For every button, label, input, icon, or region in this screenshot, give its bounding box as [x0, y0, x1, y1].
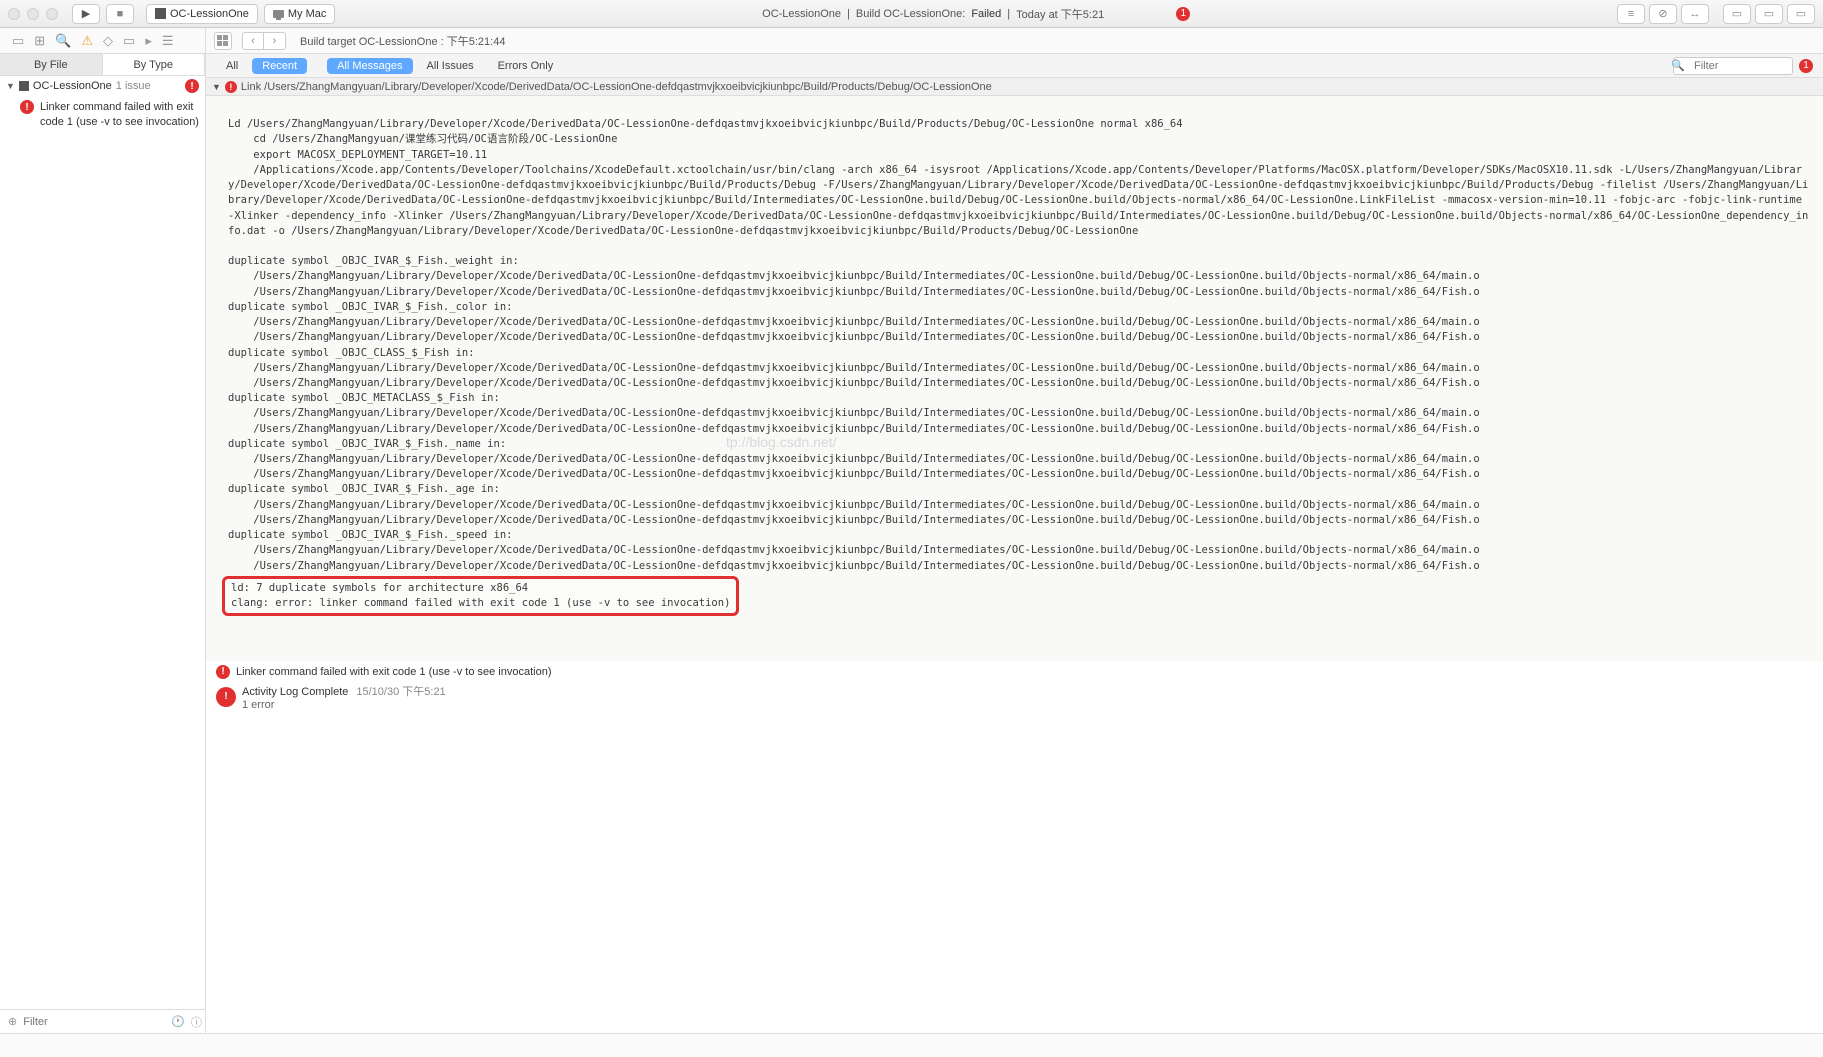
- error-icon: !: [216, 687, 236, 707]
- target-icon: [155, 8, 166, 19]
- issue-navigator: By File By Type ▼ OC-LessionOne 1 issue …: [0, 54, 206, 1033]
- report-editor: All Recent All Messages All Issues Error…: [206, 54, 1823, 1033]
- highlight-text: ld: 7 duplicate symbols for architecture…: [231, 582, 730, 609]
- issue-row[interactable]: ! Linker command failed with exit code 1…: [212, 663, 1817, 681]
- log-filter-bar: All Recent All Messages All Issues Error…: [206, 54, 1823, 78]
- toggle-utilities-button[interactable]: ▭: [1787, 4, 1815, 24]
- activity-subtitle: 1 error: [242, 699, 446, 711]
- link-header-text: Link /Users/ZhangMangyuan/Library/Develo…: [241, 81, 992, 93]
- status-project: OC-LessionOne: [762, 8, 841, 20]
- stop-button[interactable]: ■: [106, 4, 134, 24]
- issue-nav-icon[interactable]: ⚠: [81, 33, 93, 49]
- secondary-toolbar: ▭ ⊞ 🔍 ⚠ ◇ ▭ ▸ ☰ ‹ › Build target OC-Less…: [0, 28, 1823, 54]
- log-filter-input[interactable]: [1673, 57, 1793, 75]
- minimize-window-icon[interactable]: [27, 8, 39, 20]
- project-issue-group[interactable]: ▼ OC-LessionOne 1 issue !: [0, 76, 205, 96]
- toggle-debug-button[interactable]: ▭: [1755, 4, 1783, 24]
- symbol-nav-icon[interactable]: ⊞: [34, 33, 45, 49]
- tab-by-type[interactable]: By Type: [103, 54, 206, 75]
- titlebar: ▶ ■ OC-LessionOne My Mac OC-LessionOne |…: [0, 0, 1823, 28]
- activity-status: OC-LessionOne | Build OC-LessionOne: Fai…: [341, 6, 1611, 22]
- filter-all-messages[interactable]: All Messages: [327, 58, 412, 74]
- error-icon: !: [216, 665, 230, 679]
- project-nav-icon[interactable]: ▭: [12, 33, 24, 49]
- assistant-editor-button[interactable]: ⊘: [1649, 4, 1677, 24]
- related-items-icon[interactable]: [214, 32, 232, 50]
- error-icon: !: [225, 81, 237, 93]
- issue-summary-list: ! Linker command failed with exit code 1…: [206, 661, 1823, 715]
- activity-title: Activity Log Complete: [242, 686, 348, 698]
- status-result: Failed: [971, 8, 1001, 20]
- filter-recent[interactable]: Recent: [252, 58, 307, 74]
- tab-by-file[interactable]: By File: [0, 54, 103, 75]
- zoom-window-icon[interactable]: [46, 8, 58, 20]
- breadcrumb[interactable]: Build target OC-LessionOne : 下午5:21:44: [300, 33, 505, 49]
- error-count-badge[interactable]: 1: [1176, 7, 1190, 21]
- editor-layout-controls: ≡ ⊘ ↔ ▭ ▭ ▭: [1617, 4, 1815, 24]
- version-editor-button[interactable]: ↔: [1681, 4, 1709, 24]
- report-nav-icon[interactable]: ☰: [162, 33, 174, 49]
- mac-icon: [273, 10, 284, 18]
- project-name: OC-LessionOne: [33, 80, 112, 92]
- breakpoint-nav-icon[interactable]: ▸: [145, 33, 152, 49]
- error-icon: !: [185, 79, 199, 93]
- log-text: Ld /Users/ZhangMangyuan/Library/Develope…: [228, 118, 1808, 571]
- filter-error-badge[interactable]: 1: [1799, 59, 1813, 73]
- find-nav-icon[interactable]: 🔍: [55, 33, 71, 49]
- issue-count: 1 issue: [116, 80, 151, 92]
- status-time: Today at 下午5:21: [1016, 6, 1104, 22]
- filter-icon[interactable]: ⊕: [8, 1015, 17, 1028]
- standard-editor-button[interactable]: ≡: [1617, 4, 1645, 24]
- issue-item[interactable]: ! Linker command failed with exit code 1…: [0, 96, 205, 134]
- clock-icon[interactable]: 🕐: [171, 1015, 185, 1028]
- build-log[interactable]: Ld /Users/ZhangMangyuan/Library/Develope…: [206, 96, 1823, 661]
- test-nav-icon[interactable]: ◇: [103, 33, 113, 49]
- disclosure-triangle-icon[interactable]: ▼: [212, 82, 221, 92]
- forward-button[interactable]: ›: [264, 32, 286, 50]
- search-icon: 🔍: [1671, 59, 1685, 72]
- filter-input[interactable]: [23, 1016, 165, 1028]
- issue-text: Linker command failed with exit code 1 (…: [236, 666, 552, 678]
- window-controls: [8, 8, 58, 20]
- activity-timestamp: 15/10/30 下午5:21: [356, 686, 445, 698]
- target-icon: [19, 81, 29, 91]
- bottom-bar: [0, 1033, 1823, 1057]
- link-step-header[interactable]: ▼ ! Link /Users/ZhangMangyuan/Library/De…: [206, 78, 1823, 96]
- issue-text: Linker command failed with exit code 1 (…: [40, 100, 199, 130]
- filter-all[interactable]: All: [216, 58, 248, 74]
- filter-errors-only[interactable]: Errors Only: [488, 58, 564, 74]
- status-build: Build OC-LessionOne:: [856, 8, 965, 20]
- run-button[interactable]: ▶: [72, 4, 100, 24]
- error-icon: !: [20, 100, 34, 114]
- scheme-selector[interactable]: OC-LessionOne My Mac: [146, 4, 335, 24]
- device-name: My Mac: [288, 8, 327, 20]
- navigator-filter-bar: ⊕ 🕐 ⓘ: [0, 1009, 205, 1033]
- debug-nav-icon[interactable]: ▭: [123, 33, 135, 49]
- watermark: tp://blog.csdn.net/: [726, 432, 837, 452]
- back-button[interactable]: ‹: [242, 32, 264, 50]
- toggle-navigator-button[interactable]: ▭: [1723, 4, 1751, 24]
- close-window-icon[interactable]: [8, 8, 20, 20]
- disclosure-triangle-icon[interactable]: ▼: [6, 81, 15, 91]
- filter-all-issues[interactable]: All Issues: [417, 58, 484, 74]
- scheme-name: OC-LessionOne: [170, 8, 249, 20]
- error-highlight: ld: 7 duplicate symbols for architecture…: [222, 576, 739, 616]
- error-filter-icon[interactable]: ⓘ: [191, 1014, 202, 1030]
- navigator-selector: ▭ ⊞ 🔍 ⚠ ◇ ▭ ▸ ☰: [0, 28, 206, 53]
- activity-row[interactable]: ! Activity Log Complete 15/10/30 下午5:21 1…: [212, 681, 1817, 713]
